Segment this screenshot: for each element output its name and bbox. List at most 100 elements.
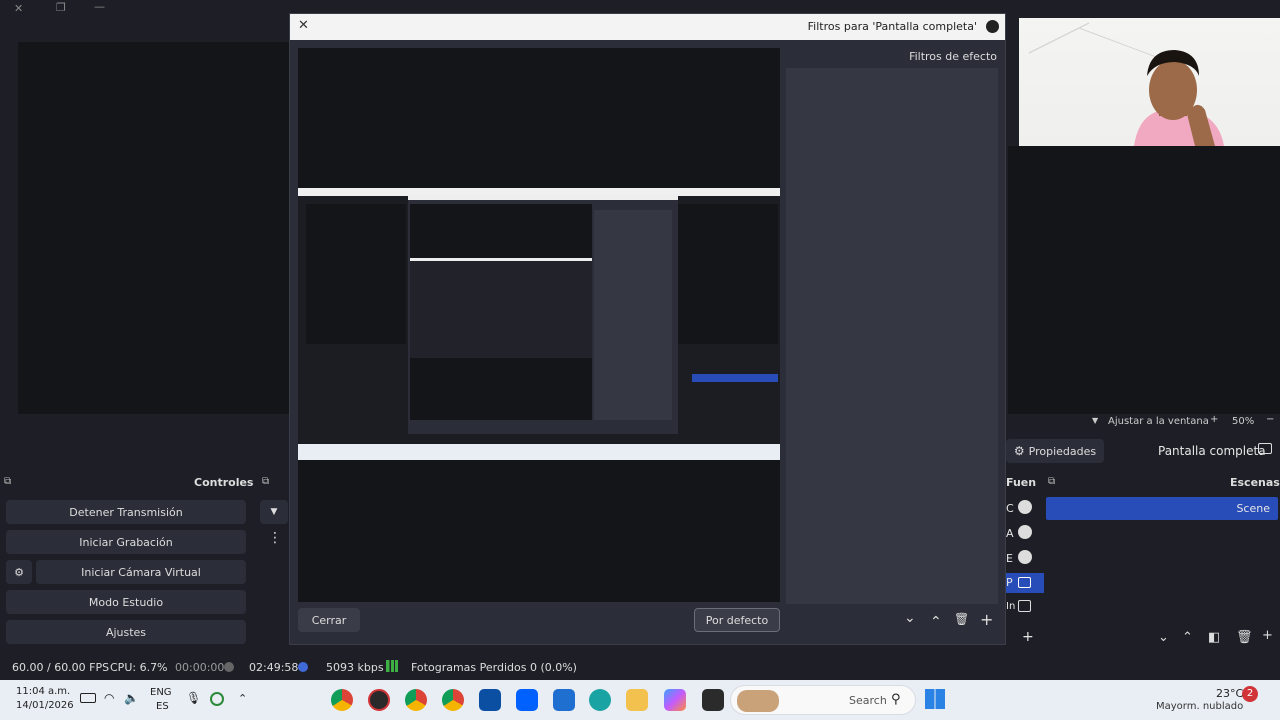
fit-to-window-label[interactable]: Ajustar a la ventana bbox=[1108, 416, 1209, 427]
start-windows-icon[interactable] bbox=[925, 689, 945, 709]
dropdown-chevron-icon[interactable]: ▼ bbox=[260, 500, 288, 524]
start-record-button[interactable]: Iniciar Grabación bbox=[6, 530, 246, 554]
nested-scene-item bbox=[692, 374, 778, 382]
webcam-person bbox=[1028, 22, 1224, 146]
effects-filter-list[interactable] bbox=[786, 68, 998, 604]
close-icon[interactable]: ✕ bbox=[14, 2, 23, 15]
source-letter-4: P bbox=[1006, 576, 1013, 589]
dropped-frames: Fotogramas Perdidos 0 (0.0%) bbox=[411, 661, 577, 674]
weather-widget[interactable]: 2 23°C Mayorm. nublado bbox=[1150, 684, 1276, 716]
nested-inner-screen bbox=[410, 258, 592, 358]
scene-item[interactable]: Scene bbox=[1046, 497, 1278, 520]
chevron-up-icon[interactable]: ⌃ bbox=[238, 692, 247, 705]
dialog-close-icon[interactable]: ✕ bbox=[298, 18, 309, 33]
properties-label: Propiedades bbox=[1028, 444, 1097, 458]
minimize-icon[interactable]: — bbox=[94, 0, 105, 13]
zoom-out-icon[interactable]: − bbox=[1266, 414, 1274, 425]
source-item-selected[interactable]: P bbox=[1004, 573, 1044, 593]
scenes-title: Escenas bbox=[1230, 476, 1280, 489]
move-up-icon[interactable]: ⌃ bbox=[930, 614, 942, 630]
lang-indicator[interactable]: ENG bbox=[150, 687, 172, 698]
add-icon[interactable]: + bbox=[1022, 629, 1034, 645]
trash-icon[interactable]: 🗑 bbox=[954, 612, 969, 626]
more-options-icon[interactable]: ⋮ bbox=[268, 530, 282, 546]
notepad-icon[interactable] bbox=[702, 689, 724, 711]
scenes-toolbar: ⌄ ⌃ ◧ 🗑 + bbox=[1154, 628, 1274, 648]
search-icon: ⚲ bbox=[891, 692, 901, 707]
main-titlebar: ✕ ❐ — bbox=[0, 0, 290, 18]
source-letter-3[interactable]: E bbox=[1006, 552, 1013, 565]
scene-label: Scene bbox=[1236, 502, 1270, 515]
dropbox-icon[interactable] bbox=[516, 689, 538, 711]
stop-stream-button[interactable]: Detener Transmisión bbox=[6, 500, 246, 524]
filter-icon[interactable]: ◧ bbox=[1208, 630, 1220, 645]
preview-canvas-right bbox=[1008, 146, 1280, 414]
nested-screen-capture bbox=[298, 188, 780, 460]
source-name: Pantalla completa bbox=[1158, 444, 1266, 458]
globe-icon bbox=[1018, 550, 1032, 564]
taskbar-search[interactable]: ⚲ Search bbox=[730, 685, 916, 715]
undock-icon[interactable]: ⧉ bbox=[262, 476, 269, 487]
copilot-icon[interactable] bbox=[664, 689, 686, 711]
lang-indicator-sub[interactable]: ES bbox=[156, 701, 169, 712]
controls-dock: ⧉ Controles Detener Transmisión Iniciar … bbox=[0, 472, 254, 652]
gear-icon: ⚙ bbox=[1013, 444, 1025, 458]
move-down-icon[interactable]: ⌄ bbox=[904, 610, 916, 626]
restore-icon[interactable]: ❐ bbox=[56, 1, 66, 14]
fps-value: 60.00 / 60.00 FPS bbox=[12, 661, 110, 674]
stream-indicator-icon bbox=[298, 662, 308, 672]
start-vcam-button[interactable]: Iniciar Cámara Virtual bbox=[36, 560, 246, 584]
nested-left-preview bbox=[306, 204, 406, 344]
battery-icon[interactable] bbox=[80, 693, 96, 703]
settings-button[interactable]: Ajustes bbox=[6, 620, 246, 644]
search-placeholder: Search bbox=[849, 694, 887, 707]
dialog-title: Filtros para 'Pantalla completa' bbox=[807, 20, 977, 33]
source-toolbar: ⚙ Propiedades Pantalla completa bbox=[1006, 437, 1280, 465]
source-letter-5[interactable]: In bbox=[1006, 601, 1015, 612]
settings-gear-button[interactable]: ⚙ bbox=[6, 560, 32, 584]
close-button[interactable]: Cerrar bbox=[298, 608, 360, 632]
scroll-up-icon[interactable]: ⌃ bbox=[1182, 630, 1193, 645]
bitrate-value: 5093 kbps bbox=[326, 661, 384, 674]
sources-title: Fuen bbox=[1006, 476, 1037, 489]
clock-time[interactable]: 11:04 a.m. bbox=[16, 686, 70, 697]
filters-dialog: ✕ Filtros para 'Pantalla completa' Filtr… bbox=[289, 13, 1006, 645]
app-tray-icon[interactable] bbox=[210, 692, 224, 706]
zoom-value[interactable]: 50% bbox=[1232, 416, 1254, 427]
source-letter-2[interactable]: A bbox=[1006, 527, 1014, 540]
obs-logo-icon bbox=[986, 20, 999, 33]
chrome-icon[interactable] bbox=[442, 689, 464, 711]
windows-taskbar: 2 23°C Mayorm. nublado ⚲ Search ⌃ 🎙 ENG … bbox=[0, 680, 1280, 720]
effects-filters-label: Filtros de efecto bbox=[909, 50, 997, 63]
add-icon[interactable]: + bbox=[1262, 628, 1273, 643]
scenes-dock: ⧉ Escenas Scene ⌄ ⌃ ◧ 🗑 + bbox=[1044, 472, 1280, 652]
defaults-button[interactable]: Por defecto bbox=[694, 608, 780, 632]
zoom-dropdown-icon[interactable]: ▼ bbox=[1092, 416, 1098, 425]
filter-preview bbox=[298, 48, 780, 602]
studio-mode-button[interactable]: Modo Estudio bbox=[6, 590, 246, 614]
edge-icon[interactable] bbox=[589, 689, 611, 711]
zoom-in-icon[interactable]: + bbox=[1210, 414, 1218, 425]
undock-icon[interactable]: ⧉ bbox=[1048, 476, 1055, 487]
wifi-icon[interactable]: ◠ bbox=[104, 691, 114, 705]
properties-button[interactable]: ⚙ Propiedades bbox=[1006, 439, 1104, 463]
source-letter-1[interactable]: C bbox=[1006, 502, 1014, 515]
preview-zoom-bar: ▼ Ajustar a la ventana + 50% − bbox=[1008, 414, 1280, 430]
volume-icon[interactable]: 🔈 bbox=[124, 691, 139, 705]
store-icon[interactable] bbox=[553, 689, 575, 711]
add-filter-icon[interactable]: + bbox=[980, 610, 993, 629]
gear-icon: ⚙ bbox=[14, 565, 24, 579]
undock-icon[interactable]: ⧉ bbox=[4, 476, 11, 487]
app-blue-icon[interactable] bbox=[479, 689, 501, 711]
file-explorer-icon[interactable] bbox=[626, 689, 648, 711]
microphone-icon[interactable]: 🎙 bbox=[186, 691, 201, 705]
trash-icon[interactable]: 🗑 bbox=[1236, 630, 1253, 645]
chrome-icon[interactable] bbox=[331, 689, 353, 711]
obs-icon[interactable] bbox=[368, 689, 390, 711]
scroll-down-icon[interactable]: ⌄ bbox=[1158, 630, 1169, 645]
rec-indicator-icon bbox=[224, 662, 234, 672]
globe-icon bbox=[1018, 500, 1032, 514]
clock-date[interactable]: 14/01/2026 bbox=[16, 700, 74, 711]
chrome-icon[interactable] bbox=[405, 689, 427, 711]
rec-time: 00:00:00 bbox=[175, 661, 225, 674]
